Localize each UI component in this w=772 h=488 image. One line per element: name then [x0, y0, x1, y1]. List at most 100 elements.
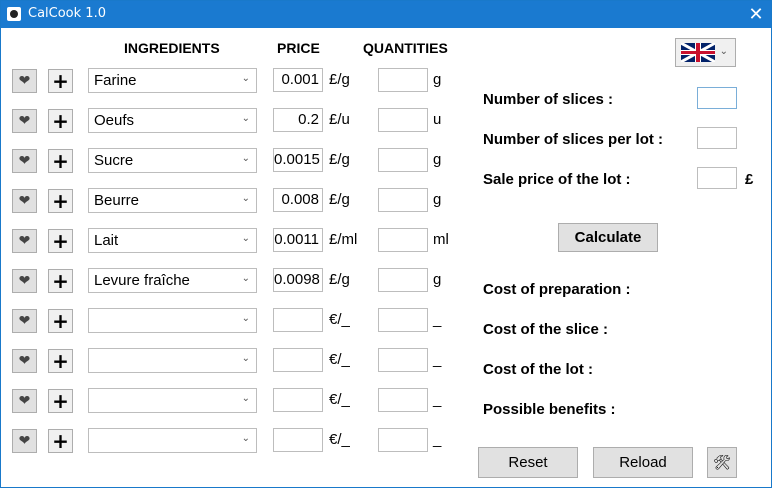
price-input[interactable]: 0.2 [273, 108, 323, 132]
cost-lot-label: Cost of the lot : [483, 361, 593, 378]
chevron-down-icon: ⌄ [241, 193, 250, 204]
heart-button[interactable]: ❤ [12, 189, 37, 213]
quantity-unit: _ [433, 311, 442, 328]
add-button[interactable]: + [48, 69, 73, 93]
quantity-input[interactable] [378, 108, 428, 132]
heart-icon: ❤ [18, 393, 31, 409]
sale-price-input[interactable] [697, 167, 737, 189]
heart-button[interactable]: ❤ [12, 349, 37, 373]
chevron-down-icon: ⌄ [241, 313, 250, 324]
ingredient-name: Lait [94, 232, 119, 249]
price-unit: €/_ [329, 431, 350, 448]
ingredient-name: Farine [94, 72, 137, 89]
heart-icon: ❤ [18, 313, 31, 329]
ingredient-name: Sucre [94, 152, 134, 169]
settings-button[interactable]: 🛠 [707, 447, 737, 478]
heart-button[interactable]: ❤ [12, 149, 37, 173]
price-input[interactable]: 0.0098 [273, 268, 323, 292]
calculate-button[interactable]: Calculate [558, 223, 658, 252]
plus-icon: + [52, 149, 69, 173]
heart-icon: ❤ [18, 353, 31, 369]
add-button[interactable]: + [48, 309, 73, 333]
quantity-input[interactable] [378, 348, 428, 372]
ingredient-select[interactable]: Levure fraîche ⌄ [88, 268, 257, 293]
heart-button[interactable]: ❤ [12, 109, 37, 133]
price-input[interactable] [273, 428, 323, 452]
heart-button[interactable]: ❤ [12, 309, 37, 333]
quantity-input[interactable] [378, 68, 428, 92]
ingredient-select[interactable]: Oeufs ⌄ [88, 108, 257, 133]
chevron-down-icon: ⌄ [241, 353, 250, 364]
chevron-down-icon: ⌄ [241, 113, 250, 124]
quantity-input[interactable] [378, 188, 428, 212]
ingredient-select[interactable]: ⌄ [88, 348, 257, 373]
quantity-input[interactable] [378, 308, 428, 332]
add-button[interactable]: + [48, 149, 73, 173]
heart-icon: ❤ [18, 233, 31, 249]
add-button[interactable]: + [48, 189, 73, 213]
price-input[interactable] [273, 348, 323, 372]
language-selector[interactable]: ⌄ [675, 38, 736, 67]
chevron-down-icon: ⌄ [719, 46, 728, 57]
price-input[interactable]: 0.0011 [273, 228, 323, 252]
add-button[interactable]: + [48, 389, 73, 413]
quantity-input[interactable] [378, 388, 428, 412]
ingredient-select[interactable]: ⌄ [88, 308, 257, 333]
heart-button[interactable]: ❤ [12, 429, 37, 453]
add-button[interactable]: + [48, 349, 73, 373]
quantity-unit: g [433, 271, 442, 288]
price-unit: £/ml [329, 231, 358, 248]
heart-icon: ❤ [18, 73, 31, 89]
chevron-down-icon: ⌄ [241, 393, 250, 404]
ingredient-select[interactable]: Farine ⌄ [88, 68, 257, 93]
ingredient-row: ❤ + ⌄ €/_ _ [1, 387, 481, 415]
ingredient-select[interactable]: Sucre ⌄ [88, 148, 257, 173]
quantity-input[interactable] [378, 148, 428, 172]
close-icon[interactable]: ✕ [741, 1, 771, 28]
heart-button[interactable]: ❤ [12, 389, 37, 413]
calcook-window: CalCook 1.0 ✕ INGREDIENTS PRICE QUANTITI… [0, 0, 772, 488]
heart-button[interactable]: ❤ [12, 69, 37, 93]
reset-button[interactable]: Reset [478, 447, 578, 478]
quantity-unit: u [433, 111, 442, 128]
price-header: PRICE [277, 40, 320, 56]
ingredient-row: ❤ + Lait ⌄ 0.0011 £/ml ml [1, 227, 481, 255]
price-input[interactable] [273, 388, 323, 412]
price-input[interactable]: 0.001 [273, 68, 323, 92]
ingredients-header: INGREDIENTS [124, 40, 220, 56]
quantity-input[interactable] [378, 428, 428, 452]
heart-icon: ❤ [18, 273, 31, 289]
ingredient-select[interactable]: ⌄ [88, 388, 257, 413]
ingredient-row: ❤ + ⌄ €/_ _ [1, 427, 481, 455]
ingredient-select[interactable]: Lait ⌄ [88, 228, 257, 253]
heart-icon: ❤ [18, 433, 31, 449]
chevron-down-icon: ⌄ [241, 433, 250, 444]
ingredient-row: ❤ + ⌄ €/_ _ [1, 347, 481, 375]
heart-button[interactable]: ❤ [12, 269, 37, 293]
plus-icon: + [52, 109, 69, 133]
price-unit: €/_ [329, 311, 350, 328]
quantity-input[interactable] [378, 268, 428, 292]
ingredient-select[interactable]: ⌄ [88, 428, 257, 453]
price-input[interactable]: 0.008 [273, 188, 323, 212]
chevron-down-icon: ⌄ [241, 273, 250, 284]
reload-button[interactable]: Reload [593, 447, 693, 478]
add-button[interactable]: + [48, 109, 73, 133]
quantity-input[interactable] [378, 228, 428, 252]
number-of-slices-input[interactable] [697, 87, 737, 109]
ingredient-name: Levure fraîche [94, 272, 190, 289]
add-button[interactable]: + [48, 429, 73, 453]
tools-icon: 🛠 [713, 454, 731, 470]
price-input[interactable]: 0.0015 [273, 148, 323, 172]
add-button[interactable]: + [48, 269, 73, 293]
heart-button[interactable]: ❤ [12, 229, 37, 253]
add-button[interactable]: + [48, 229, 73, 253]
ingredient-select[interactable]: Beurre ⌄ [88, 188, 257, 213]
slices-per-lot-input[interactable] [697, 127, 737, 149]
uk-flag-icon [681, 43, 715, 62]
plus-icon: + [52, 349, 69, 373]
price-input[interactable] [273, 308, 323, 332]
app-icon [7, 7, 21, 21]
ingredient-row: ❤ + Beurre ⌄ 0.008 £/g g [1, 187, 481, 215]
cost-slice-label: Cost of the slice : [483, 321, 609, 338]
